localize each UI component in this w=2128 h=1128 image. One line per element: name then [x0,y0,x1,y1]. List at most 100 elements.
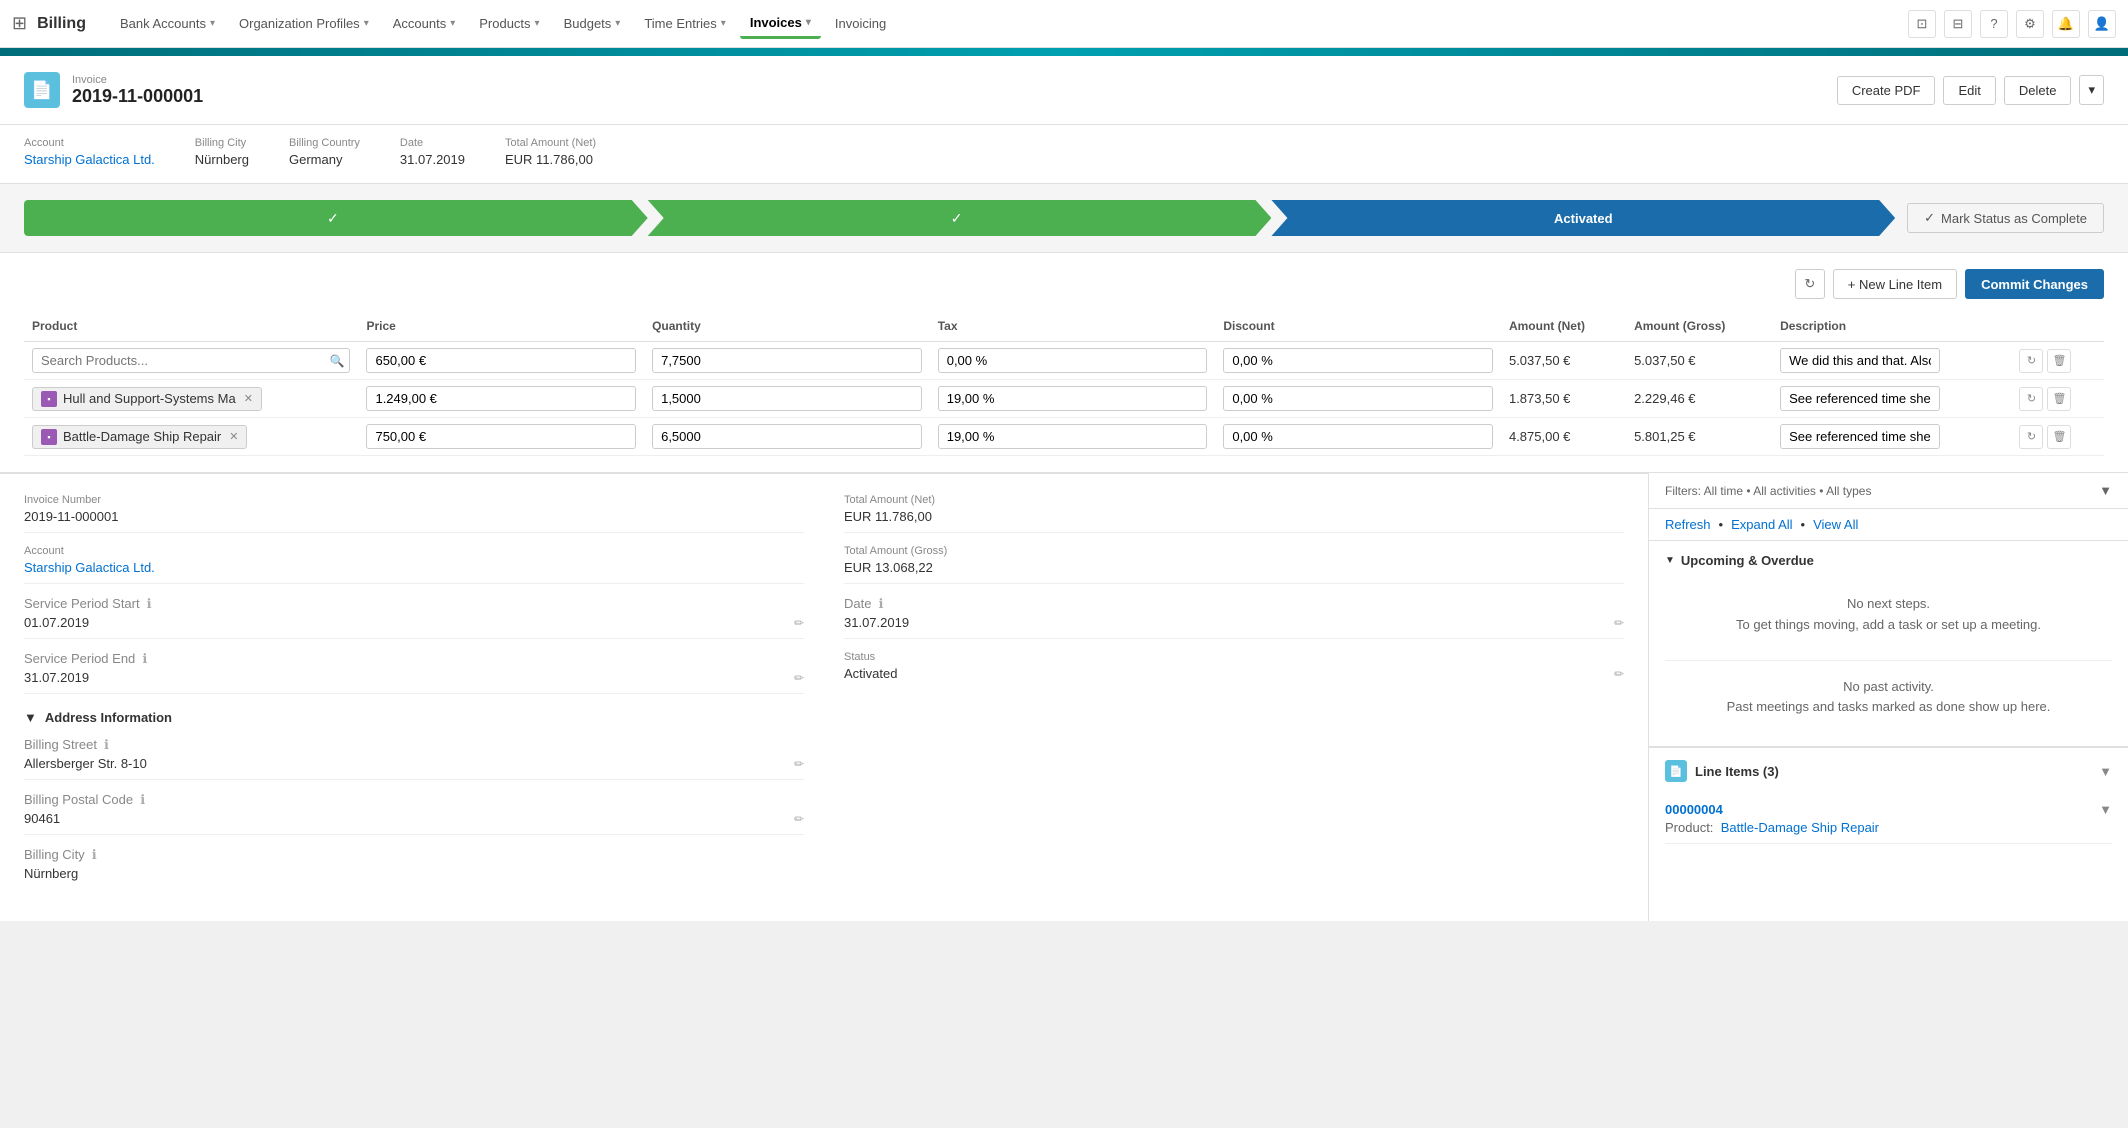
field-account-label: Account [24,545,804,557]
cell-quantity-0 [644,342,930,380]
discount-input[interactable] [1223,386,1493,411]
row-reset-button[interactable]: ↻ [2019,425,2043,449]
view-all-link[interactable]: View All [1813,517,1858,532]
nav-item-time-entries[interactable]: Time Entries▾ [634,10,736,37]
description-input[interactable] [1780,424,1940,449]
address-section-header: ▼ Address Information [24,710,804,725]
nav-view-toggle[interactable]: ⊡ [1908,10,1936,38]
description-input[interactable] [1780,348,1940,373]
filter-icon[interactable]: ▼ [2099,483,2112,498]
cell-discount-1 [1215,380,1501,418]
row-delete-button[interactable]: 🗑 [2047,425,2071,449]
widget-line-item-num-value[interactable]: 00000004 [1665,802,1723,817]
status-edit-icon[interactable]: ✏ [1614,667,1624,681]
status-step-activated[interactable]: Activated [1271,200,1895,236]
no-steps-line1: No next steps. [1665,594,2112,615]
address-chevron[interactable]: ▼ [24,710,37,725]
refresh-activity-link[interactable]: Refresh [1665,517,1711,532]
status-step-2[interactable]: ✓ [648,200,1272,236]
nav-item-bank-accounts[interactable]: Bank Accounts▾ [110,10,225,37]
field-status-detail: Status Activated ✏ [844,651,1624,689]
cell-description-2 [1772,418,2011,456]
upcoming-chevron[interactable]: ▼ [1665,555,1675,566]
cell-discount-2 [1215,418,1501,456]
meta-billing-country-value: Germany [289,152,360,167]
nav-item-budgets[interactable]: Budgets▾ [554,10,631,37]
detail-col-right: Total Amount (Net) EUR 11.786,00 Total A… [844,494,1624,901]
discount-input[interactable] [1223,424,1493,449]
field-billing-street-label: Billing Street ℹ [24,737,804,753]
widget-product-value[interactable]: Battle-Damage Ship Repair [1721,820,1879,835]
price-input[interactable] [366,386,636,411]
discount-input[interactable] [1223,348,1493,373]
product-search-wrap: 🔍 [32,348,350,373]
widget-expand-icon[interactable]: ▼ [2099,764,2112,779]
price-input[interactable] [366,348,636,373]
service-end-edit-icon[interactable]: ✏ [794,671,804,685]
more-button[interactable]: ▾ [2079,75,2104,105]
quantity-input[interactable] [652,348,922,373]
field-account: Account Starship Galactica Ltd. [24,545,804,584]
nav-item-org-profiles[interactable]: Organization Profiles▾ [229,10,379,37]
nav-item-products[interactable]: Products▾ [469,10,549,37]
top-navigation: ⊞ Billing Bank Accounts▾Organization Pro… [0,0,2128,48]
row-reset-button[interactable]: ↻ [2019,349,2043,373]
nav-avatar[interactable]: 👤 [2088,10,2116,38]
invoice-title-text: Invoice 2019-11-000001 [72,74,203,107]
new-line-item-button[interactable]: + New Line Item [1833,269,1957,299]
mark-complete-button[interactable]: ✓ Mark Status as Complete [1907,203,2104,233]
status-step-1[interactable]: ✓ [24,200,648,236]
billing-postal-edit-icon[interactable]: ✏ [794,812,804,826]
edit-button[interactable]: Edit [1943,76,1995,105]
cell-actions-0: ↻ 🗑 [2011,342,2104,380]
billing-street-edit-icon[interactable]: ✏ [794,757,804,771]
date-edit-icon[interactable]: ✏ [1614,616,1624,630]
invoice-title-block: 📄 Invoice 2019-11-000001 [24,72,203,108]
create-pdf-button[interactable]: Create PDF [1837,76,1936,105]
field-total-gross-value: EUR 13.068,22 [844,560,933,575]
widget-line-item-expand[interactable]: ▼ [2099,802,2112,817]
commit-changes-button[interactable]: Commit Changes [1965,269,2104,299]
row-delete-button[interactable]: 🗑 [2047,349,2071,373]
product-tag-remove[interactable]: ✕ [229,430,238,443]
tax-input[interactable] [938,424,1208,449]
tax-input[interactable] [938,386,1208,411]
nav-notifications[interactable]: 🔔 [2052,10,2080,38]
tax-input[interactable] [938,348,1208,373]
product-tag-remove[interactable]: ✕ [244,392,253,405]
nav-settings[interactable]: ⚙ [2016,10,2044,38]
meta-total-amount-label: Total Amount (Net) [505,137,596,149]
nav-item-invoicing[interactable]: Invoicing [825,10,896,37]
col-amount-net: Amount (Net) [1501,311,1626,342]
expand-all-link[interactable]: Expand All [1731,517,1792,532]
quantity-input[interactable] [652,424,922,449]
quantity-input[interactable] [652,386,922,411]
row-reset-button[interactable]: ↻ [2019,387,2043,411]
nav-item-invoices[interactable]: Invoices▾ [740,9,821,39]
field-account-value[interactable]: Starship Galactica Ltd. [24,560,155,575]
nav-expand[interactable]: ⊟ [1944,10,1972,38]
field-total-gross: Total Amount (Gross) EUR 13.068,22 [844,545,1624,584]
cell-amount-gross-0: 5.037,50 € [1626,342,1772,380]
nav-help[interactable]: ? [1980,10,2008,38]
info-icon-postal: ℹ [140,792,145,807]
product-tag-label: Battle-Damage Ship Repair [63,429,221,444]
row-actions: ↻ 🗑 [2019,425,2096,449]
nav-item-accounts[interactable]: Accounts▾ [383,10,466,37]
row-actions: ↻ 🗑 [2019,387,2096,411]
product-search-input[interactable] [32,348,350,373]
meta-account-value[interactable]: Starship Galactica Ltd. [24,152,155,167]
app-grid-icon[interactable]: ⊞ [12,13,27,34]
nav-items: Bank Accounts▾Organization Profiles▾Acco… [110,9,1908,39]
description-input[interactable] [1780,386,1940,411]
cell-actions-2: ↻ 🗑 [2011,418,2104,456]
price-input[interactable] [366,424,636,449]
refresh-button[interactable]: ↻ [1795,269,1825,299]
widget-header: 📄 Line Items (3) ▼ [1665,760,2112,782]
table-row: ▪ Hull and Support-Systems Ma ✕ 1.873,50… [24,380,2104,418]
amount-gross-value: 2.229,46 € [1634,391,1695,406]
row-delete-button[interactable]: 🗑 [2047,387,2071,411]
service-start-edit-icon[interactable]: ✏ [794,616,804,630]
delete-button[interactable]: Delete [2004,76,2072,105]
activity-panel: Filters: All time • All activities • All… [1648,473,2128,921]
